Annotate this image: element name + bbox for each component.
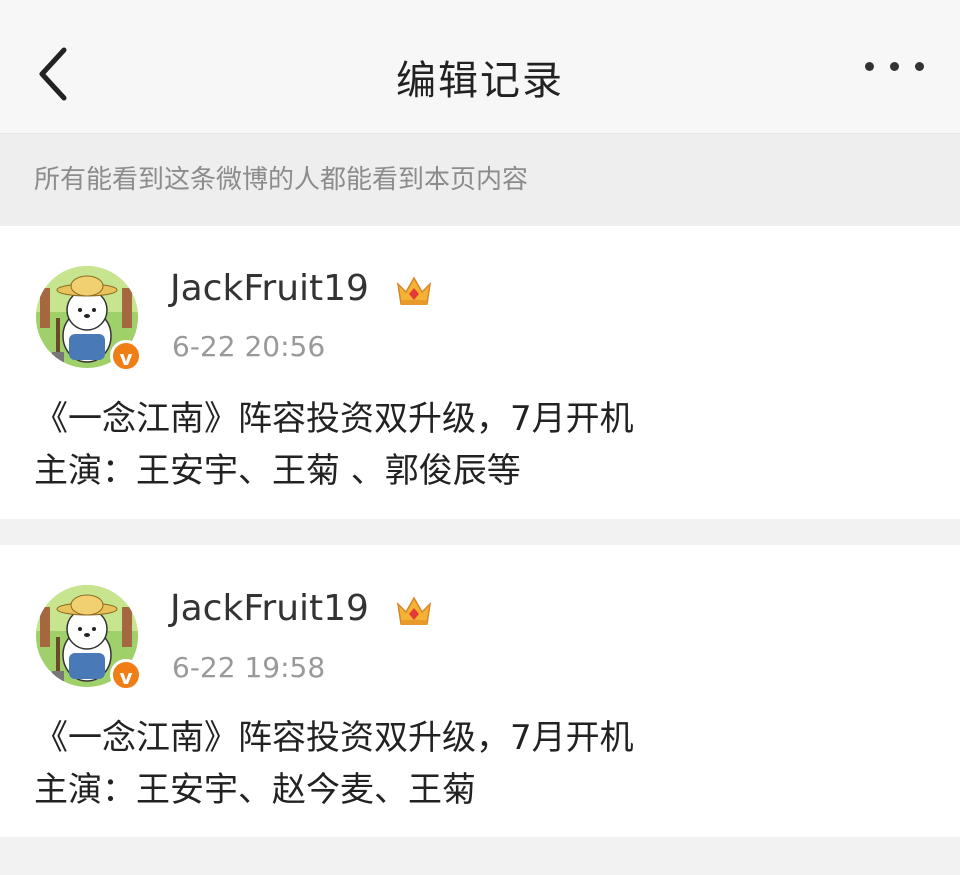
username[interactable]: JackFruit19	[170, 268, 369, 309]
edit-record-card: v JackFruit19 6-22 19:58 《一念江南》阵容投资双升级，7…	[0, 545, 960, 837]
post-timestamp: 6-22 20:56	[172, 330, 326, 363]
crown-icon	[396, 276, 432, 305]
visibility-notice: 所有能看到这条微博的人都能看到本页内容	[0, 134, 960, 226]
more-dot	[890, 62, 899, 71]
more-options-button[interactable]	[865, 62, 924, 71]
content-line: 主演：王安宇、赵今麦、王菊	[34, 770, 476, 810]
post-content: 《一念江南》阵容投资双升级，7月开机 主演：王安宇、王菊 、郭俊辰等	[34, 393, 930, 497]
top-navigation-bar: 编辑记录	[0, 0, 960, 134]
page-title: 编辑记录	[396, 58, 564, 104]
content-line: 主演：王安宇、王菊 、郭俊辰等	[34, 451, 521, 491]
more-horizontal-icon	[865, 62, 874, 71]
post-timestamp: 6-22 19:58	[172, 651, 326, 684]
content-line: 《一念江南》阵容投资双升级，7月开机	[34, 399, 634, 439]
verified-badge-icon: v	[110, 659, 142, 691]
crown-icon	[396, 596, 432, 625]
username[interactable]: JackFruit19	[170, 588, 369, 629]
post-content: 《一念江南》阵容投资双升级，7月开机 主演：王安宇、赵今麦、王菊	[34, 712, 930, 816]
avatar[interactable]: v	[36, 266, 142, 372]
avatar[interactable]: v	[36, 585, 142, 691]
edit-record-card: v JackFruit19 6-22 20:56 《一念江南》阵容投资双升级，7…	[0, 226, 960, 519]
more-dot	[915, 62, 924, 71]
verified-badge-icon: v	[110, 340, 142, 372]
content-line: 《一念江南》阵容投资双升级，7月开机	[34, 718, 634, 758]
